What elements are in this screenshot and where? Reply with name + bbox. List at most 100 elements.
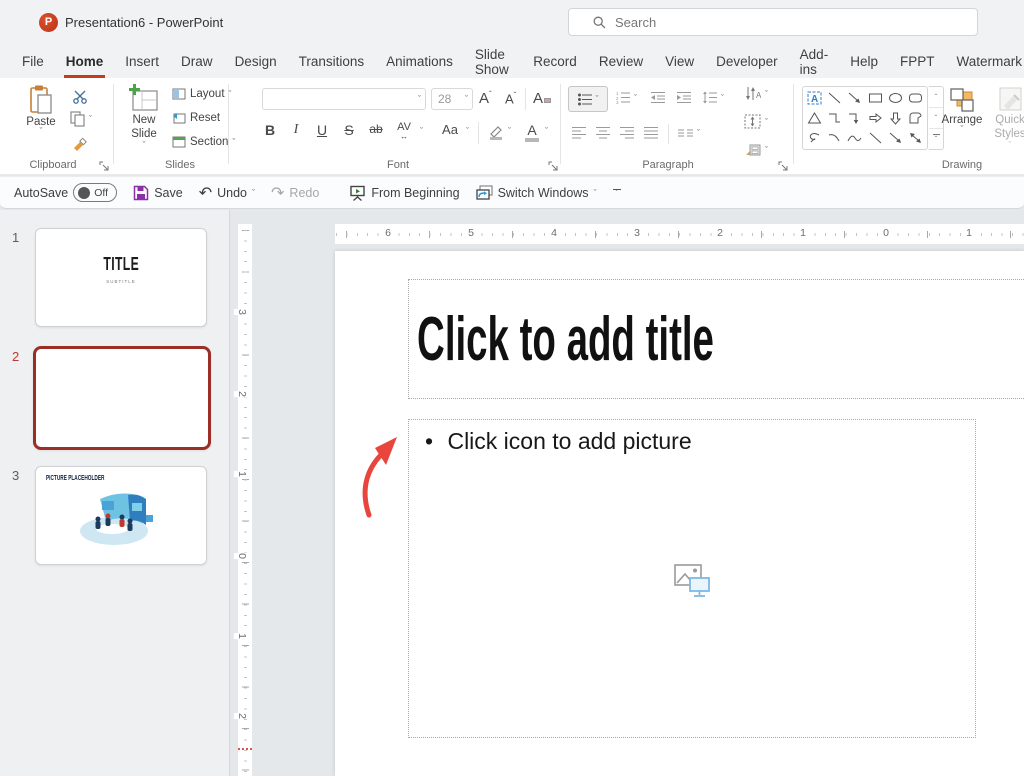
line-spacing-button[interactable]: ˇ xyxy=(702,91,724,104)
shape-triangle[interactable] xyxy=(804,108,824,127)
shape-corner[interactable] xyxy=(906,108,926,127)
layout-button[interactable]: Layout ˇ xyxy=(172,88,232,100)
convert-to-smartart-button[interactable]: ˇ xyxy=(744,142,768,157)
tab-design[interactable]: Design xyxy=(233,45,279,78)
align-text-button[interactable]: ˇ xyxy=(744,114,768,129)
redo-button[interactable]: ↷ Redo xyxy=(271,183,319,203)
align-left-icon[interactable] xyxy=(572,126,587,139)
autosave-label: AutoSave xyxy=(14,186,68,200)
picture-content-placeholder[interactable]: • Click icon to add picture xyxy=(408,419,976,738)
align-justify-icon[interactable] xyxy=(644,126,659,139)
tab-animations[interactable]: Animations xyxy=(384,45,455,78)
font-color-chevron-icon[interactable]: ˇ xyxy=(545,128,548,134)
clear-formatting-button[interactable]: A xyxy=(533,90,551,107)
qat-overflow-button[interactable]: ˇ xyxy=(613,189,621,196)
shape-arrow-right[interactable] xyxy=(865,108,885,127)
shape-rectangle[interactable] xyxy=(865,88,885,107)
gallery-more-button[interactable]: ˇ xyxy=(929,129,943,149)
tab-slide-show[interactable]: Slide Show xyxy=(473,45,513,78)
from-beginning-button[interactable]: From Beginning xyxy=(349,185,459,201)
columns-button[interactable]: ˇ xyxy=(678,128,700,138)
tab-fppt[interactable]: FPPT xyxy=(898,45,937,78)
slide-thumbnail-1[interactable]: TITLE SUBTITLE xyxy=(35,228,207,327)
shape-line[interactable] xyxy=(824,88,844,107)
undo-chevron-icon[interactable]: ˇ xyxy=(252,190,255,196)
font-color-button[interactable]: A xyxy=(524,122,540,142)
tab-draw[interactable]: Draw xyxy=(179,45,215,78)
decrease-indent-button[interactable] xyxy=(650,91,666,104)
slide-editing-area[interactable]: Click to add title • Click icon to add p… xyxy=(335,251,1024,776)
shape-curve[interactable] xyxy=(845,128,865,147)
save-button[interactable]: Save xyxy=(133,185,183,201)
paste-button[interactable]: Paste ˇ xyxy=(18,84,64,134)
tab-add-ins[interactable]: Add-ins xyxy=(798,45,831,78)
align-center-icon[interactable] xyxy=(596,126,611,139)
shape-double-arrow[interactable] xyxy=(906,128,926,147)
shape-oval[interactable] xyxy=(885,88,905,107)
bullets-button[interactable]: ˇ xyxy=(568,86,608,112)
character-spacing-chevron-icon[interactable]: ˇ xyxy=(420,128,423,134)
slide-thumbnail-3[interactable]: PICTURE PLACEHOLDER xyxy=(35,466,207,565)
undo-icon: ↶ xyxy=(199,183,212,203)
tab-record[interactable]: Record xyxy=(531,45,579,78)
format-painter-button[interactable] xyxy=(72,136,88,152)
reset-button[interactable]: Reset xyxy=(172,112,220,124)
insert-picture-icon[interactable] xyxy=(673,563,711,599)
change-case-button[interactable]: Aa xyxy=(440,122,460,137)
slide-2-number: 2 xyxy=(12,349,19,364)
strikethrough-button[interactable]: S xyxy=(339,122,359,138)
tab-insert[interactable]: Insert xyxy=(123,45,161,78)
group-divider xyxy=(560,84,561,164)
copy-button[interactable]: ˇ xyxy=(70,111,92,127)
paragraph-dialog-launcher[interactable] xyxy=(778,161,788,171)
quick-styles-button[interactable]: Quick Styles ˇ xyxy=(988,86,1024,148)
underline-button[interactable]: U xyxy=(312,122,332,138)
font-dialog-launcher[interactable] xyxy=(548,161,558,171)
shape-elbow-connector[interactable] xyxy=(824,108,844,127)
shrink-font-button[interactable]: Aˇ xyxy=(505,91,516,106)
title-placeholder[interactable]: Click to add title xyxy=(408,279,1024,399)
shape-scribble[interactable] xyxy=(804,128,824,147)
autosave-control[interactable]: AutoSave Off xyxy=(14,183,117,202)
tab-home[interactable]: Home xyxy=(64,45,106,78)
new-slide-button[interactable]: New Slide ˇ xyxy=(120,84,168,148)
highlight-color-button[interactable] xyxy=(487,124,505,140)
shape-arrow-down[interactable] xyxy=(885,108,905,127)
shape-diagonal-arrow[interactable] xyxy=(885,128,905,147)
bold-button[interactable]: B xyxy=(260,122,280,138)
undo-button[interactable]: ↶ Undo ˇ xyxy=(199,183,255,203)
align-right-icon[interactable] xyxy=(620,126,635,139)
shape-arrow[interactable] xyxy=(845,88,865,107)
tab-view[interactable]: View xyxy=(663,45,696,78)
strike-ab-button[interactable]: ab xyxy=(366,122,386,136)
switch-windows-button[interactable]: Switch Windows ˇ xyxy=(476,185,597,200)
change-case-chevron-icon[interactable]: ˇ xyxy=(466,128,469,134)
arrange-button[interactable]: Arrange ˇ xyxy=(938,86,986,132)
tab-file[interactable]: File xyxy=(20,45,46,78)
italic-button[interactable]: I xyxy=(286,122,306,138)
autosave-toggle[interactable]: Off xyxy=(73,183,117,202)
shape-elbow-arrow-connector[interactable] xyxy=(845,108,865,127)
search-input[interactable]: Search xyxy=(568,8,978,36)
section-button[interactable]: Section ˇ xyxy=(172,136,235,148)
font-size-combo[interactable]: 28 ˇ xyxy=(431,88,473,110)
numbering-button[interactable]: 123 ˇ xyxy=(616,91,637,104)
grow-font-button[interactable]: Aˆ xyxy=(479,90,492,107)
shape-rounded-rectangle[interactable] xyxy=(906,88,926,107)
tab-developer[interactable]: Developer xyxy=(714,45,780,78)
text-direction-button[interactable]: A ˇ xyxy=(744,86,768,102)
font-name-combo[interactable]: ˇ xyxy=(262,88,426,110)
shape-text-box[interactable]: A xyxy=(804,88,824,107)
tab-watermark[interactable]: Watermark xyxy=(954,45,1024,78)
cut-button[interactable] xyxy=(72,90,88,104)
increase-indent-button[interactable] xyxy=(676,91,692,104)
highlight-color-chevron-icon[interactable]: ˇ xyxy=(508,128,511,134)
shape-diagonal-line[interactable] xyxy=(865,128,885,147)
clipboard-dialog-launcher[interactable] xyxy=(99,161,109,171)
tab-transitions[interactable]: Transitions xyxy=(297,45,367,78)
tab-review[interactable]: Review xyxy=(597,45,645,78)
character-spacing-button[interactable]: AV↔ xyxy=(394,123,414,141)
slide-thumbnail-2-selected[interactable] xyxy=(33,346,211,450)
tab-help[interactable]: Help xyxy=(848,45,880,78)
shape-arc[interactable] xyxy=(824,128,844,147)
